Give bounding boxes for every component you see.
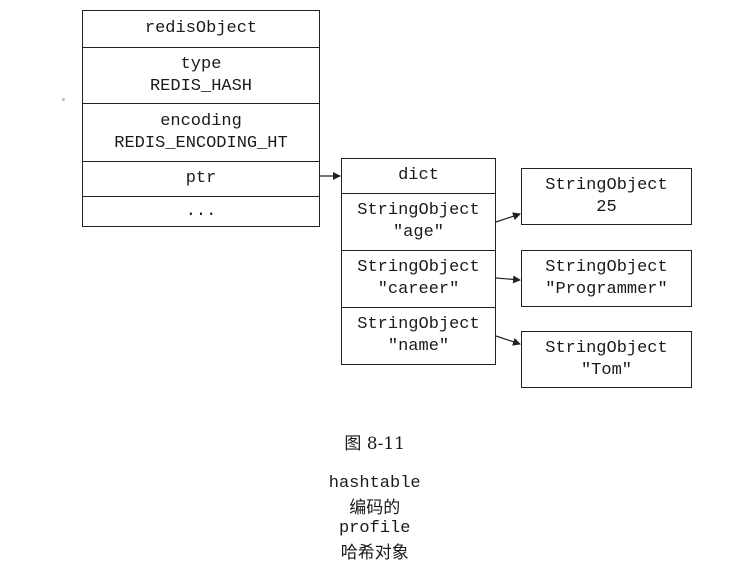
age-to-value-arrow bbox=[495, 212, 521, 223]
figure-caption: 图 8-11 hashtable 编码的 profile 哈希对象 bbox=[0, 410, 729, 564]
career-to-value-arrow bbox=[495, 275, 521, 284]
caption-text-encoding: 编码的 bbox=[349, 498, 401, 518]
scan-speck bbox=[62, 98, 65, 101]
caption-word-profile: profile bbox=[338, 519, 411, 538]
pointer-arrows bbox=[320, 172, 521, 346]
name-to-value-arrow bbox=[495, 335, 521, 346]
caption-figure-number: 图 8-11 bbox=[344, 434, 405, 454]
caption-text-hash-object: 哈希对象 bbox=[340, 543, 409, 563]
caption-word-hashtable: hashtable bbox=[328, 474, 421, 493]
